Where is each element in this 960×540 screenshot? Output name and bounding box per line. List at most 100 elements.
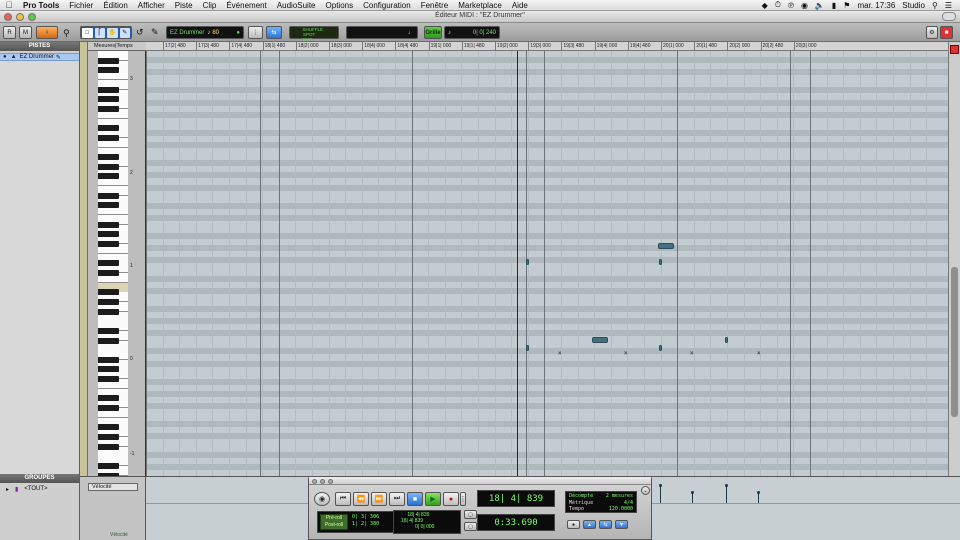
user-menu[interactable]: Studio <box>902 1 925 10</box>
note-marker-icon[interactable]: × <box>757 351 761 357</box>
grabber-tool-icon[interactable]: ✋ <box>107 27 118 38</box>
scrollbar-thumb[interactable] <box>951 267 958 417</box>
vertical-scrollbar[interactable] <box>948 42 960 476</box>
menu-fenetre[interactable]: Fenêtre <box>416 1 454 10</box>
transport-minimize-button[interactable] <box>320 479 325 484</box>
midi-note[interactable] <box>659 345 662 351</box>
midi-note[interactable] <box>658 243 674 249</box>
transport-expand-button[interactable]: ⋮ <box>460 492 467 506</box>
piano-black-key[interactable] <box>98 67 119 74</box>
piano-black-key[interactable] <box>98 173 119 180</box>
piano-black-key[interactable] <box>98 462 119 469</box>
piano-black-key[interactable] <box>98 395 119 402</box>
main-counter[interactable]: 18| 4| 839 <box>477 490 555 507</box>
track-show-icon[interactable]: ● <box>3 54 7 60</box>
fast-forward-button[interactable]: ⏩ <box>371 492 387 506</box>
playhead-line[interactable] <box>517 51 518 476</box>
conductor-button[interactable]: ▼ <box>615 520 628 529</box>
piano-black-key[interactable] <box>98 260 119 267</box>
piano-black-key[interactable] <box>98 134 119 141</box>
record-enable-button[interactable]: R <box>3 26 16 39</box>
piano-black-key[interactable] <box>98 221 119 228</box>
piano-black-key[interactable] <box>98 298 119 305</box>
lane-type-select[interactable]: Vélocité <box>88 483 138 491</box>
piano-black-key[interactable] <box>98 424 119 431</box>
flag-icon[interactable]: ⚑ <box>843 1 850 10</box>
velocity-stem[interactable] <box>659 484 662 503</box>
mute-button[interactable]: M <box>19 26 32 39</box>
group-select-icon[interactable]: ▸ <box>6 486 9 493</box>
menu-configuration[interactable]: Configuration <box>358 1 416 10</box>
rewind-button[interactable]: ⏪ <box>353 492 369 506</box>
notation-toggle[interactable]: ♮ <box>36 26 58 39</box>
piano-keyboard[interactable]: 3 2 1 0 -1 <box>88 51 146 476</box>
piano-black-key[interactable] <box>98 443 119 450</box>
pencil-tool-icon[interactable]: ✎ <box>119 27 130 38</box>
piano-black-key[interactable] <box>98 57 119 64</box>
note-marker-icon[interactable]: × <box>558 351 562 357</box>
note-marker-icon[interactable]: × <box>624 351 628 357</box>
stop-button[interactable]: ■ <box>407 492 423 506</box>
play-button[interactable]: ▶ <box>425 492 441 506</box>
midi-note[interactable] <box>526 345 529 351</box>
transport-zoom-button[interactable] <box>328 479 333 484</box>
midi-note[interactable] <box>592 337 608 343</box>
midi-note[interactable] <box>659 259 662 265</box>
smart-tool-icon[interactable]: ↺ <box>136 27 144 38</box>
piano-black-key[interactable] <box>98 105 119 112</box>
dropbox-icon[interactable]: ◆ <box>762 1 768 10</box>
piano-black-key[interactable] <box>98 241 119 247</box>
piano-black-key[interactable] <box>98 289 119 296</box>
preroll-value[interactable]: 0| 3| 306 <box>352 514 379 521</box>
piano-black-key[interactable] <box>98 327 119 334</box>
piano-black-key[interactable] <box>98 96 119 103</box>
track-enable-icon[interactable]: ▲ <box>11 54 17 60</box>
piano-black-key[interactable] <box>98 192 119 199</box>
wait-for-note-button[interactable]: ● <box>567 520 580 529</box>
track-selector[interactable]: EZ Drummer ♪ 80 ● <box>166 26 244 39</box>
velocity-stem[interactable] <box>725 484 728 503</box>
record-button[interactable]: ● <box>443 492 459 506</box>
loop-toggle[interactable]: ▢ <box>464 510 477 519</box>
menu-piste[interactable]: Piste <box>170 1 198 10</box>
return-to-zero-button[interactable]: ⏮ <box>335 492 351 506</box>
merge-button[interactable]: ⇆ <box>599 520 612 529</box>
volume-icon[interactable]: 🔈 <box>815 1 825 10</box>
tempo-value[interactable]: 120.0000 <box>609 506 633 513</box>
menu-app[interactable]: Pro Tools <box>18 1 64 10</box>
note-marker-icon[interactable]: × <box>690 351 694 357</box>
piano-black-key[interactable] <box>98 163 119 170</box>
scroll-zoom-button[interactable] <box>950 45 959 54</box>
time-machine-icon[interactable]: ⏱ <box>775 0 781 10</box>
menu-options[interactable]: Options <box>321 1 359 10</box>
piano-black-key[interactable] <box>98 231 119 238</box>
toolbar-options-button[interactable]: ⚙ <box>926 26 938 39</box>
piano-black-key[interactable] <box>98 366 119 373</box>
notification-icon[interactable]: ☰ <box>945 1 952 10</box>
piano-black-key[interactable] <box>98 405 119 412</box>
piano-black-key[interactable] <box>98 125 119 132</box>
trim-tool-icon[interactable]: ⎡ <box>94 27 105 38</box>
midi-note[interactable] <box>725 337 728 343</box>
length-value[interactable]: 0| 0| 000 <box>415 524 434 530</box>
postroll-value[interactable]: 1| 2| 380 <box>352 521 379 528</box>
spotlight-icon[interactable]: ⚲ <box>932 1 938 10</box>
group-row-all[interactable]: ▸ ▮ <TOUT> <box>0 485 79 493</box>
piano-black-key[interactable] <box>98 434 119 440</box>
grid-button[interactable]: Grille <box>424 26 442 39</box>
midi-note[interactable] <box>526 259 529 265</box>
wifi-icon[interactable]: ◉ <box>801 1 808 10</box>
bars-beats-ruler[interactable]: 17|2| 480 17|3| 480 17|4| 480 18|1| 480 18|2… <box>146 42 948 51</box>
fullscreen-button[interactable] <box>942 12 956 21</box>
clock[interactable]: mar. 17:36 <box>857 1 895 10</box>
menu-clip[interactable]: Clip <box>198 1 222 10</box>
metronome-button[interactable]: ▲ <box>583 520 596 529</box>
piano-black-key[interactable] <box>98 202 119 209</box>
battery-icon[interactable]: ▮ <box>832 1 836 10</box>
go-to-end-button[interactable]: ⏭ <box>389 492 405 506</box>
menu-marketplace[interactable]: Marketplace <box>453 1 507 10</box>
transport-options-icon[interactable]: ⌄ <box>641 486 650 495</box>
piano-black-key[interactable] <box>98 337 119 344</box>
grid-value[interactable]: ♪ 0| 0| 240 <box>444 26 500 39</box>
postroll-label[interactable]: Post-roll <box>325 522 343 529</box>
